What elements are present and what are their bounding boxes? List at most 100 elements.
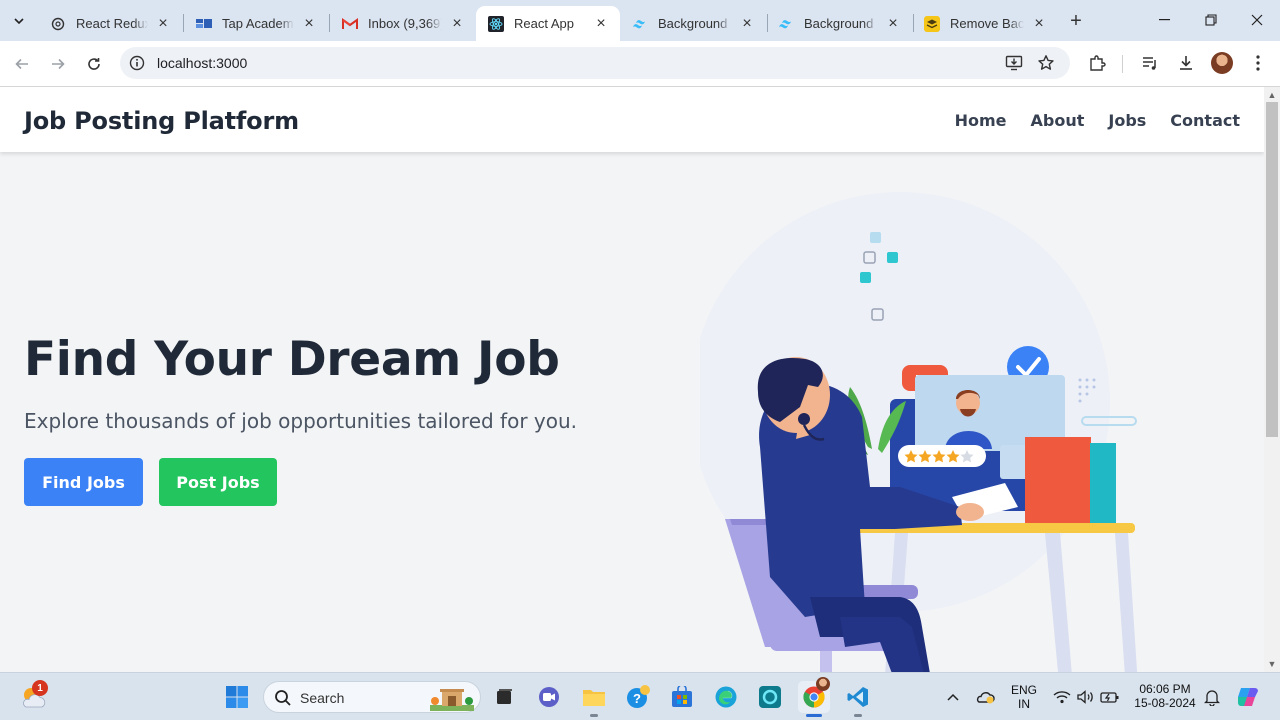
close-tab-icon[interactable]: × [448, 15, 466, 33]
tab-title: Background Im [804, 16, 878, 31]
close-tab-icon[interactable]: × [300, 15, 318, 33]
file-explorer-icon[interactable] [578, 681, 610, 717]
nav-link-home[interactable]: Home [955, 111, 1007, 130]
chrome-browser-icon[interactable] [798, 677, 830, 717]
restore-icon[interactable] [1188, 0, 1234, 40]
site-nav-links: Home About Jobs Contact [955, 111, 1240, 130]
search-placeholder: Search [300, 690, 345, 706]
weather-icon[interactable]: 1 [18, 680, 50, 713]
clock-time: 06:06 PM [1139, 682, 1191, 696]
nav-link-jobs[interactable]: Jobs [1108, 111, 1146, 130]
wifi-icon[interactable] [1050, 681, 1074, 713]
back-arrow-icon[interactable] [8, 50, 36, 78]
url-text[interactable]: localhost:3000 [157, 55, 247, 71]
scrollbar-thumb[interactable] [1266, 102, 1278, 437]
region-code: IN [1018, 697, 1030, 711]
onedrive-sync-icon[interactable] [970, 681, 1000, 713]
tab-1[interactable]: Tap Academy × [184, 6, 328, 41]
svg-text:?: ? [633, 691, 641, 706]
input-language[interactable]: ENG IN [1008, 683, 1040, 711]
show-hidden-icons-chevron-up-icon[interactable] [938, 681, 968, 713]
volume-icon[interactable] [1074, 681, 1098, 713]
reload-icon[interactable] [80, 50, 108, 78]
minimize-icon[interactable] [1142, 0, 1188, 40]
tab-title: Tap Academy [222, 16, 294, 31]
extensions-puzzle-icon[interactable] [1086, 52, 1108, 74]
search-icon [274, 689, 292, 712]
tab-title: React Redux F [76, 16, 148, 31]
scroll-down-arrow-icon[interactable]: ▼ [1266, 658, 1278, 670]
windows-taskbar: 1 Search ? ENG IN 06:06 PM 15-08-2024 [0, 672, 1280, 720]
nav-link-about[interactable]: About [1031, 111, 1085, 130]
tab-title: Inbox (9,369) [368, 16, 442, 31]
search-highlight-monument-icon [430, 685, 474, 711]
vscode-icon[interactable] [842, 681, 874, 717]
new-tab-plus-icon[interactable]: + [1064, 9, 1088, 33]
get-help-icon[interactable]: ? [622, 681, 654, 713]
chrome-profile-badge [816, 677, 830, 691]
forward-arrow-icon[interactable] [44, 50, 72, 78]
close-window-icon[interactable] [1234, 0, 1280, 40]
task-view-icon[interactable] [488, 681, 520, 713]
clock[interactable]: 06:06 PM 15-08-2024 [1132, 682, 1198, 710]
tab-5[interactable]: Background Im × [766, 6, 912, 41]
language-code: ENG [1010, 683, 1037, 697]
copilot-icon[interactable] [1232, 681, 1264, 713]
running-indicator [590, 714, 598, 717]
site-info-icon[interactable] [129, 55, 145, 71]
taskbar-search-box[interactable]: Search [263, 681, 481, 713]
remove-bg-icon [924, 15, 940, 32]
hero-title: Find Your Dream Job [24, 332, 560, 387]
media-queue-icon[interactable] [1139, 52, 1161, 74]
chrome-menu-icon[interactable] [1247, 52, 1269, 74]
tab-title: Background Im [658, 16, 732, 31]
tab-title: React App [514, 16, 574, 31]
tailwind-icon [632, 16, 648, 32]
tab-4[interactable]: Background Im × [620, 6, 766, 41]
clock-date: 15-08-2024 [1134, 696, 1196, 710]
notifications-bell-icon[interactable] [1200, 681, 1224, 713]
address-bar[interactable]: localhost:3000 [120, 47, 1070, 79]
close-tab-icon[interactable]: × [738, 15, 756, 33]
site-brand[interactable]: Job Posting Platform [24, 107, 299, 135]
find-jobs-button[interactable]: Find Jobs [24, 458, 143, 506]
toolbar-separator [1122, 55, 1123, 73]
post-jobs-button[interactable]: Post Jobs [159, 458, 277, 506]
install-app-icon[interactable] [1004, 53, 1024, 73]
browser-toolbar: localhost:3000 [0, 41, 1280, 87]
page-viewport: Job Posting Platform Home About Jobs Con… [0, 87, 1264, 672]
tab-title: Remove Backg [950, 16, 1024, 31]
battery-charging-icon[interactable] [1098, 681, 1122, 713]
microsoft-store-icon[interactable] [666, 681, 698, 713]
windows-start-icon[interactable] [221, 681, 253, 713]
site-navbar: Job Posting Platform Home About Jobs Con… [0, 87, 1264, 152]
running-indicator [854, 714, 862, 717]
weather-badge: 1 [32, 680, 48, 696]
downloads-icon[interactable] [1175, 52, 1197, 74]
tailwind-icon [778, 16, 794, 32]
hero-subtitle: Explore thousands of job opportunities t… [24, 409, 578, 433]
profile-avatar[interactable] [1211, 52, 1233, 74]
react-icon [488, 15, 504, 32]
close-tab-icon[interactable]: × [154, 15, 172, 33]
bookmark-star-icon[interactable] [1036, 53, 1056, 73]
edge-browser-icon[interactable] [710, 681, 742, 713]
nav-link-contact[interactable]: Contact [1170, 111, 1240, 130]
tap-academy-icon [196, 16, 212, 32]
active-app-indicator [806, 714, 822, 717]
chatgpt-icon [50, 16, 66, 32]
close-tab-icon[interactable]: × [592, 15, 610, 33]
teams-meet-icon[interactable] [533, 681, 565, 713]
close-tab-icon[interactable]: × [884, 15, 902, 33]
gmail-icon [342, 16, 358, 32]
tab-0[interactable]: React Redux F × [38, 6, 182, 41]
tab-3-active[interactable]: React App × [476, 6, 620, 41]
scroll-up-arrow-icon[interactable]: ▲ [1266, 89, 1278, 101]
tab-search-chevron-icon[interactable] [6, 8, 32, 34]
close-tab-icon[interactable]: × [1030, 15, 1048, 33]
tab-6[interactable]: Remove Backg × [912, 6, 1058, 41]
screen-recorder-icon[interactable] [754, 681, 786, 713]
tab-strip: React Redux F × Tap Academy × Inbox (9,3… [0, 0, 1280, 41]
tab-2[interactable]: Inbox (9,369) × [330, 6, 476, 41]
hero-illustration-job-seeker [700, 192, 1138, 672]
